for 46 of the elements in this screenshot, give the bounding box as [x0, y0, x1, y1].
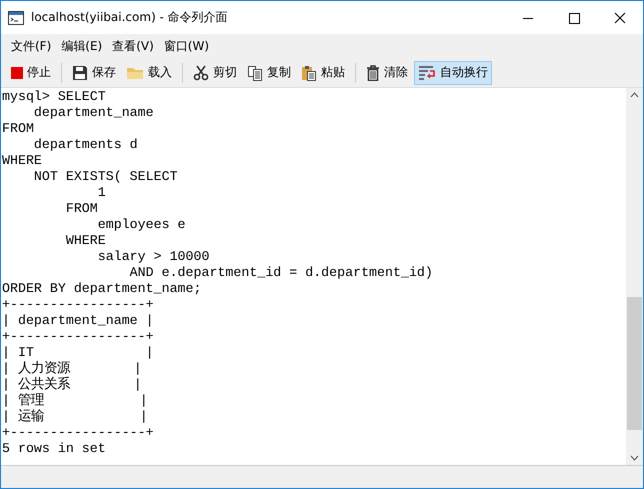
menu-item[interactable]: 窗口(W): [160, 38, 214, 54]
scrollbar[interactable]: [626, 88, 643, 465]
console-line: 1: [96, 185, 107, 201]
console-line: department_name: [32, 105, 155, 121]
console-line: FROM: [2, 121, 35, 137]
scissors-icon: [193, 64, 209, 80]
console-line: | 公共关系 |: [2, 377, 143, 393]
toolbar-button[interactable]: 自动换行: [414, 60, 492, 84]
console-line: FROM: [64, 201, 99, 217]
console-line: NOT EXISTS( SELECT: [32, 169, 179, 185]
console-line: employees e: [96, 217, 187, 233]
console-line: +-----------------+: [2, 297, 155, 313]
console-line: | department_name |: [2, 313, 155, 329]
menu-item[interactable]: 文件(F): [7, 38, 56, 54]
console-line: | IT |: [2, 345, 155, 360]
folder-icon: [126, 66, 144, 80]
console-line: | 人力资源 |: [2, 361, 143, 376]
toolbar-button[interactable]: 复制: [243, 60, 295, 84]
console-line: WHERE: [64, 233, 107, 249]
menu-item[interactable]: 查看(V): [108, 38, 158, 54]
toolbar-button[interactable]: 停止: [7, 60, 55, 84]
clipboard-icon: [301, 64, 317, 80]
console-line: AND e.department_id = d.department_id): [128, 265, 434, 281]
console-line: +-----------------+: [2, 329, 155, 345]
toolbar-button[interactable]: 粘贴: [297, 60, 349, 84]
terminal-icon: [8, 10, 24, 24]
trash-icon: [366, 64, 380, 80]
stop-icon: [11, 66, 23, 78]
copy-icon: [247, 64, 263, 80]
toolbar-button[interactable]: 载入: [122, 60, 176, 84]
console-line: | 运输 |: [2, 409, 149, 425]
console-line: +-----------------+: [2, 425, 155, 441]
toolbar-button[interactable]: 剪切: [189, 60, 241, 84]
toolbar-button[interactable]: 保存: [68, 60, 120, 84]
console-line: mysql> SELECT: [2, 89, 107, 105]
console-line: | 管理 |: [2, 393, 149, 409]
scroll-thumb[interactable]: [627, 297, 642, 430]
console-line: departments d: [32, 137, 139, 153]
menu-item[interactable]: 编辑(E): [57, 38, 106, 54]
window-title: localhost(yiibai.com) - 命令列介面: [31, 9, 229, 26]
console-line: ORDER BY department_name;: [2, 281, 202, 297]
console-line: salary > 10000: [96, 249, 210, 265]
console-line: WHERE: [2, 153, 43, 169]
word-wrap-icon: [418, 64, 436, 80]
toolbar-button[interactable]: 清除: [362, 60, 412, 84]
console-line: 5 rows in set: [2, 441, 107, 457]
